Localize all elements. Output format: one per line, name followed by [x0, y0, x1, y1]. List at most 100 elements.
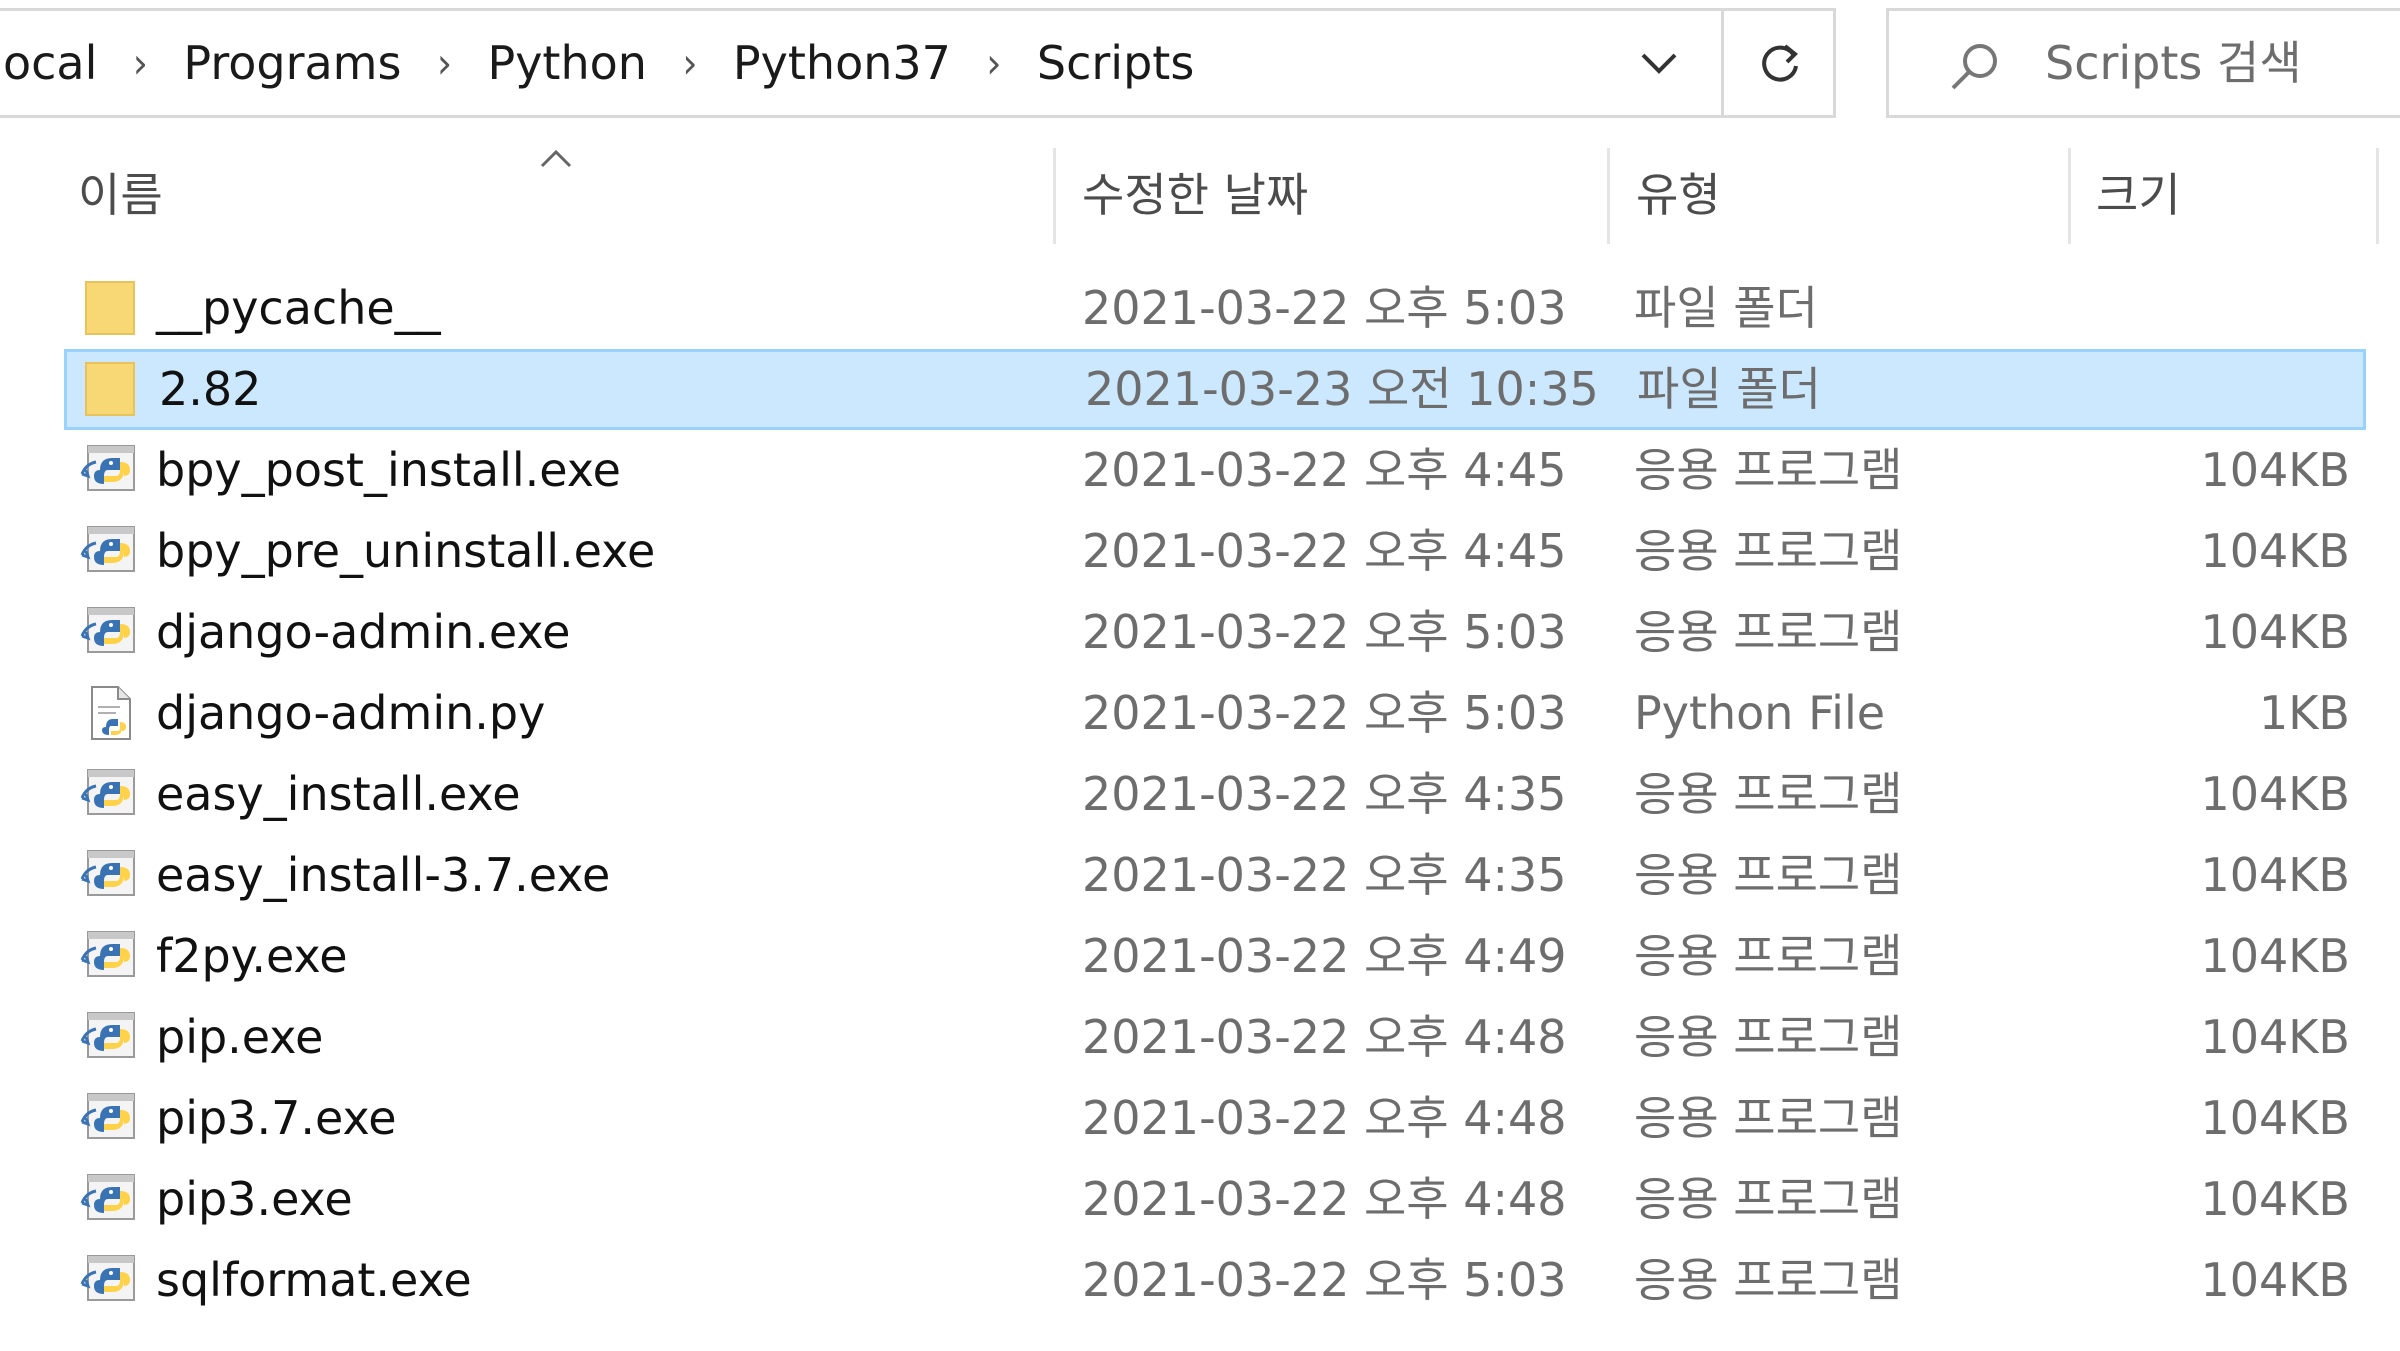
- file-row[interactable]: pip.exe 2021-03-22 오후 4:48 응용 프로그램 104KB: [64, 997, 2366, 1078]
- python-exe-icon: [80, 1250, 140, 1310]
- file-row[interactable]: easy_install.exe 2021-03-22 오후 4:35 응용 프로그…: [64, 754, 2366, 835]
- file-name: pip3.exe: [156, 1172, 353, 1226]
- file-modified-date: 2021-03-22 오후 4:35: [1082, 848, 1567, 902]
- breadcrumb-item-scripts[interactable]: Scripts: [1033, 36, 1198, 90]
- file-modified-date: 2021-03-22 오후 5:03: [1082, 686, 1567, 740]
- file-name: pip3.7.exe: [156, 1091, 397, 1145]
- file-name: __pycache__: [156, 281, 441, 335]
- file-type: 응용 프로그램: [1634, 1091, 1903, 1145]
- column-divider[interactable]: [1607, 148, 1610, 244]
- chevron-right-icon[interactable]: ›: [955, 39, 1033, 87]
- file-size: 104KB: [2200, 443, 2350, 497]
- python-file-icon: [80, 683, 140, 743]
- file-name: 2.82: [159, 362, 262, 416]
- file-modified-date: 2021-03-22 오후 4:45: [1082, 524, 1567, 578]
- python-exe-icon: [80, 602, 140, 662]
- python-exe-icon: [80, 1088, 140, 1148]
- column-divider[interactable]: [1053, 148, 1056, 244]
- column-divider[interactable]: [2376, 148, 2379, 244]
- file-name: easy_install.exe: [156, 767, 521, 821]
- python-exe-icon: [80, 440, 140, 500]
- breadcrumb-item-local[interactable]: ocal: [0, 36, 101, 90]
- search-placeholder: Scripts 검색: [2045, 36, 2302, 90]
- address-bar[interactable]: ocal › Programs › Python › Python37 › Sc…: [0, 8, 1836, 118]
- file-row[interactable]: f2py.exe 2021-03-22 오후 4:49 응용 프로그램 104KB: [64, 916, 2366, 997]
- file-type: 응용 프로그램: [1634, 929, 1903, 983]
- file-modified-date: 2021-03-22 오후 5:03: [1082, 605, 1567, 659]
- file-name: django-admin.exe: [156, 605, 571, 659]
- file-type: 응용 프로그램: [1634, 1010, 1903, 1064]
- file-type: 응용 프로그램: [1634, 1172, 1903, 1226]
- refresh-icon: [1762, 44, 1798, 82]
- python-exe-icon: [80, 1007, 140, 1067]
- file-row[interactable]: 2.82 2021-03-23 오전 10:35 파일 폴더: [64, 349, 2366, 430]
- breadcrumb-item-python[interactable]: Python: [483, 36, 650, 90]
- search-input[interactable]: Scripts 검색: [1886, 8, 2400, 118]
- file-size: 104KB: [2200, 605, 2350, 659]
- file-modified-date: 2021-03-22 오후 4:35: [1082, 767, 1567, 821]
- file-row[interactable]: django-admin.exe 2021-03-22 오후 5:03 응용 프로그…: [64, 592, 2366, 673]
- search-icon: [1951, 44, 1997, 90]
- file-modified-date: 2021-03-22 오후 5:03: [1082, 1253, 1567, 1307]
- sort-ascending-icon: [540, 149, 572, 168]
- refresh-button[interactable]: [1721, 11, 1836, 115]
- chevron-down-icon: [1641, 53, 1677, 74]
- column-header-type[interactable]: 유형: [1636, 140, 1721, 250]
- file-name: pip.exe: [156, 1010, 324, 1064]
- file-name: bpy_pre_uninstall.exe: [156, 524, 656, 578]
- file-modified-date: 2021-03-22 오후 4:49: [1082, 929, 1567, 983]
- file-type: 응용 프로그램: [1634, 767, 1903, 821]
- file-type: 응용 프로그램: [1634, 848, 1903, 902]
- breadcrumb-item-programs[interactable]: Programs: [179, 36, 405, 90]
- file-row[interactable]: django-admin.py 2021-03-22 오후 5:03 Python …: [64, 673, 2366, 754]
- file-row[interactable]: bpy_pre_uninstall.exe 2021-03-22 오후 4:45 응…: [64, 511, 2366, 592]
- file-type: 응용 프로그램: [1634, 605, 1903, 659]
- file-size: 1KB: [2259, 686, 2350, 740]
- file-type: 응용 프로그램: [1634, 1253, 1903, 1307]
- python-exe-icon: [80, 764, 140, 824]
- file-name: easy_install-3.7.exe: [156, 848, 611, 902]
- file-row[interactable]: pip3.7.exe 2021-03-22 오후 4:48 응용 프로그램 104KB: [64, 1078, 2366, 1159]
- file-explorer-window: ocal › Programs › Python › Python37 › Sc…: [0, 0, 2400, 1351]
- file-modified-date: 2021-03-22 오후 4:48: [1082, 1172, 1567, 1226]
- file-size: 104KB: [2200, 767, 2350, 821]
- breadcrumb-item-python37[interactable]: Python37: [729, 36, 955, 90]
- file-name: f2py.exe: [156, 929, 348, 983]
- column-header-row: 이름 수정한 날짜 유형 크기: [0, 140, 2400, 250]
- column-header-date[interactable]: 수정한 날짜: [1082, 140, 1308, 250]
- python-exe-icon: [80, 1169, 140, 1229]
- breadcrumb: ocal › Programs › Python › Python37 › Sc…: [0, 11, 1198, 115]
- column-divider[interactable]: [2068, 148, 2071, 244]
- file-row[interactable]: pip3.exe 2021-03-22 오후 4:48 응용 프로그램 104KB: [64, 1159, 2366, 1240]
- file-size: 104KB: [2200, 848, 2350, 902]
- column-header-size[interactable]: 크기: [2096, 140, 2181, 250]
- file-name: django-admin.py: [156, 686, 546, 740]
- file-row[interactable]: easy_install-3.7.exe 2021-03-22 오후 4:35 응용…: [64, 835, 2366, 916]
- file-modified-date: 2021-03-22 오후 4:45: [1082, 443, 1567, 497]
- file-modified-date: 2021-03-23 오전 10:35: [1085, 362, 1599, 416]
- file-row[interactable]: sqlformat.exe 2021-03-22 오후 5:03 응용 프로그램 10…: [64, 1240, 2366, 1321]
- folder-icon: [80, 359, 140, 419]
- file-size: 104KB: [2200, 1172, 2350, 1226]
- file-size: 104KB: [2200, 1091, 2350, 1145]
- file-size: 104KB: [2200, 1253, 2350, 1307]
- file-name: sqlformat.exe: [156, 1253, 472, 1307]
- column-header-name[interactable]: 이름: [78, 140, 163, 250]
- folder-icon: [80, 278, 140, 338]
- file-type: 파일 폴더: [1634, 281, 1818, 335]
- chevron-right-icon[interactable]: ›: [405, 39, 483, 87]
- file-name: bpy_post_install.exe: [156, 443, 621, 497]
- file-size: 104KB: [2200, 929, 2350, 983]
- file-type: 파일 폴더: [1637, 362, 1821, 416]
- python-exe-icon: [80, 926, 140, 986]
- file-size: 104KB: [2200, 524, 2350, 578]
- python-exe-icon: [80, 521, 140, 581]
- chevron-right-icon[interactable]: ›: [651, 39, 729, 87]
- file-row[interactable]: __pycache__ 2021-03-22 오후 5:03 파일 폴더: [64, 268, 2366, 349]
- file-type: 응용 프로그램: [1634, 443, 1903, 497]
- file-row[interactable]: bpy_post_install.exe 2021-03-22 오후 4:45 응용…: [64, 430, 2366, 511]
- file-modified-date: 2021-03-22 오후 4:48: [1082, 1091, 1567, 1145]
- chevron-right-icon[interactable]: ›: [101, 39, 179, 87]
- python-exe-icon: [80, 845, 140, 905]
- address-history-dropdown-button[interactable]: [1599, 11, 1719, 115]
